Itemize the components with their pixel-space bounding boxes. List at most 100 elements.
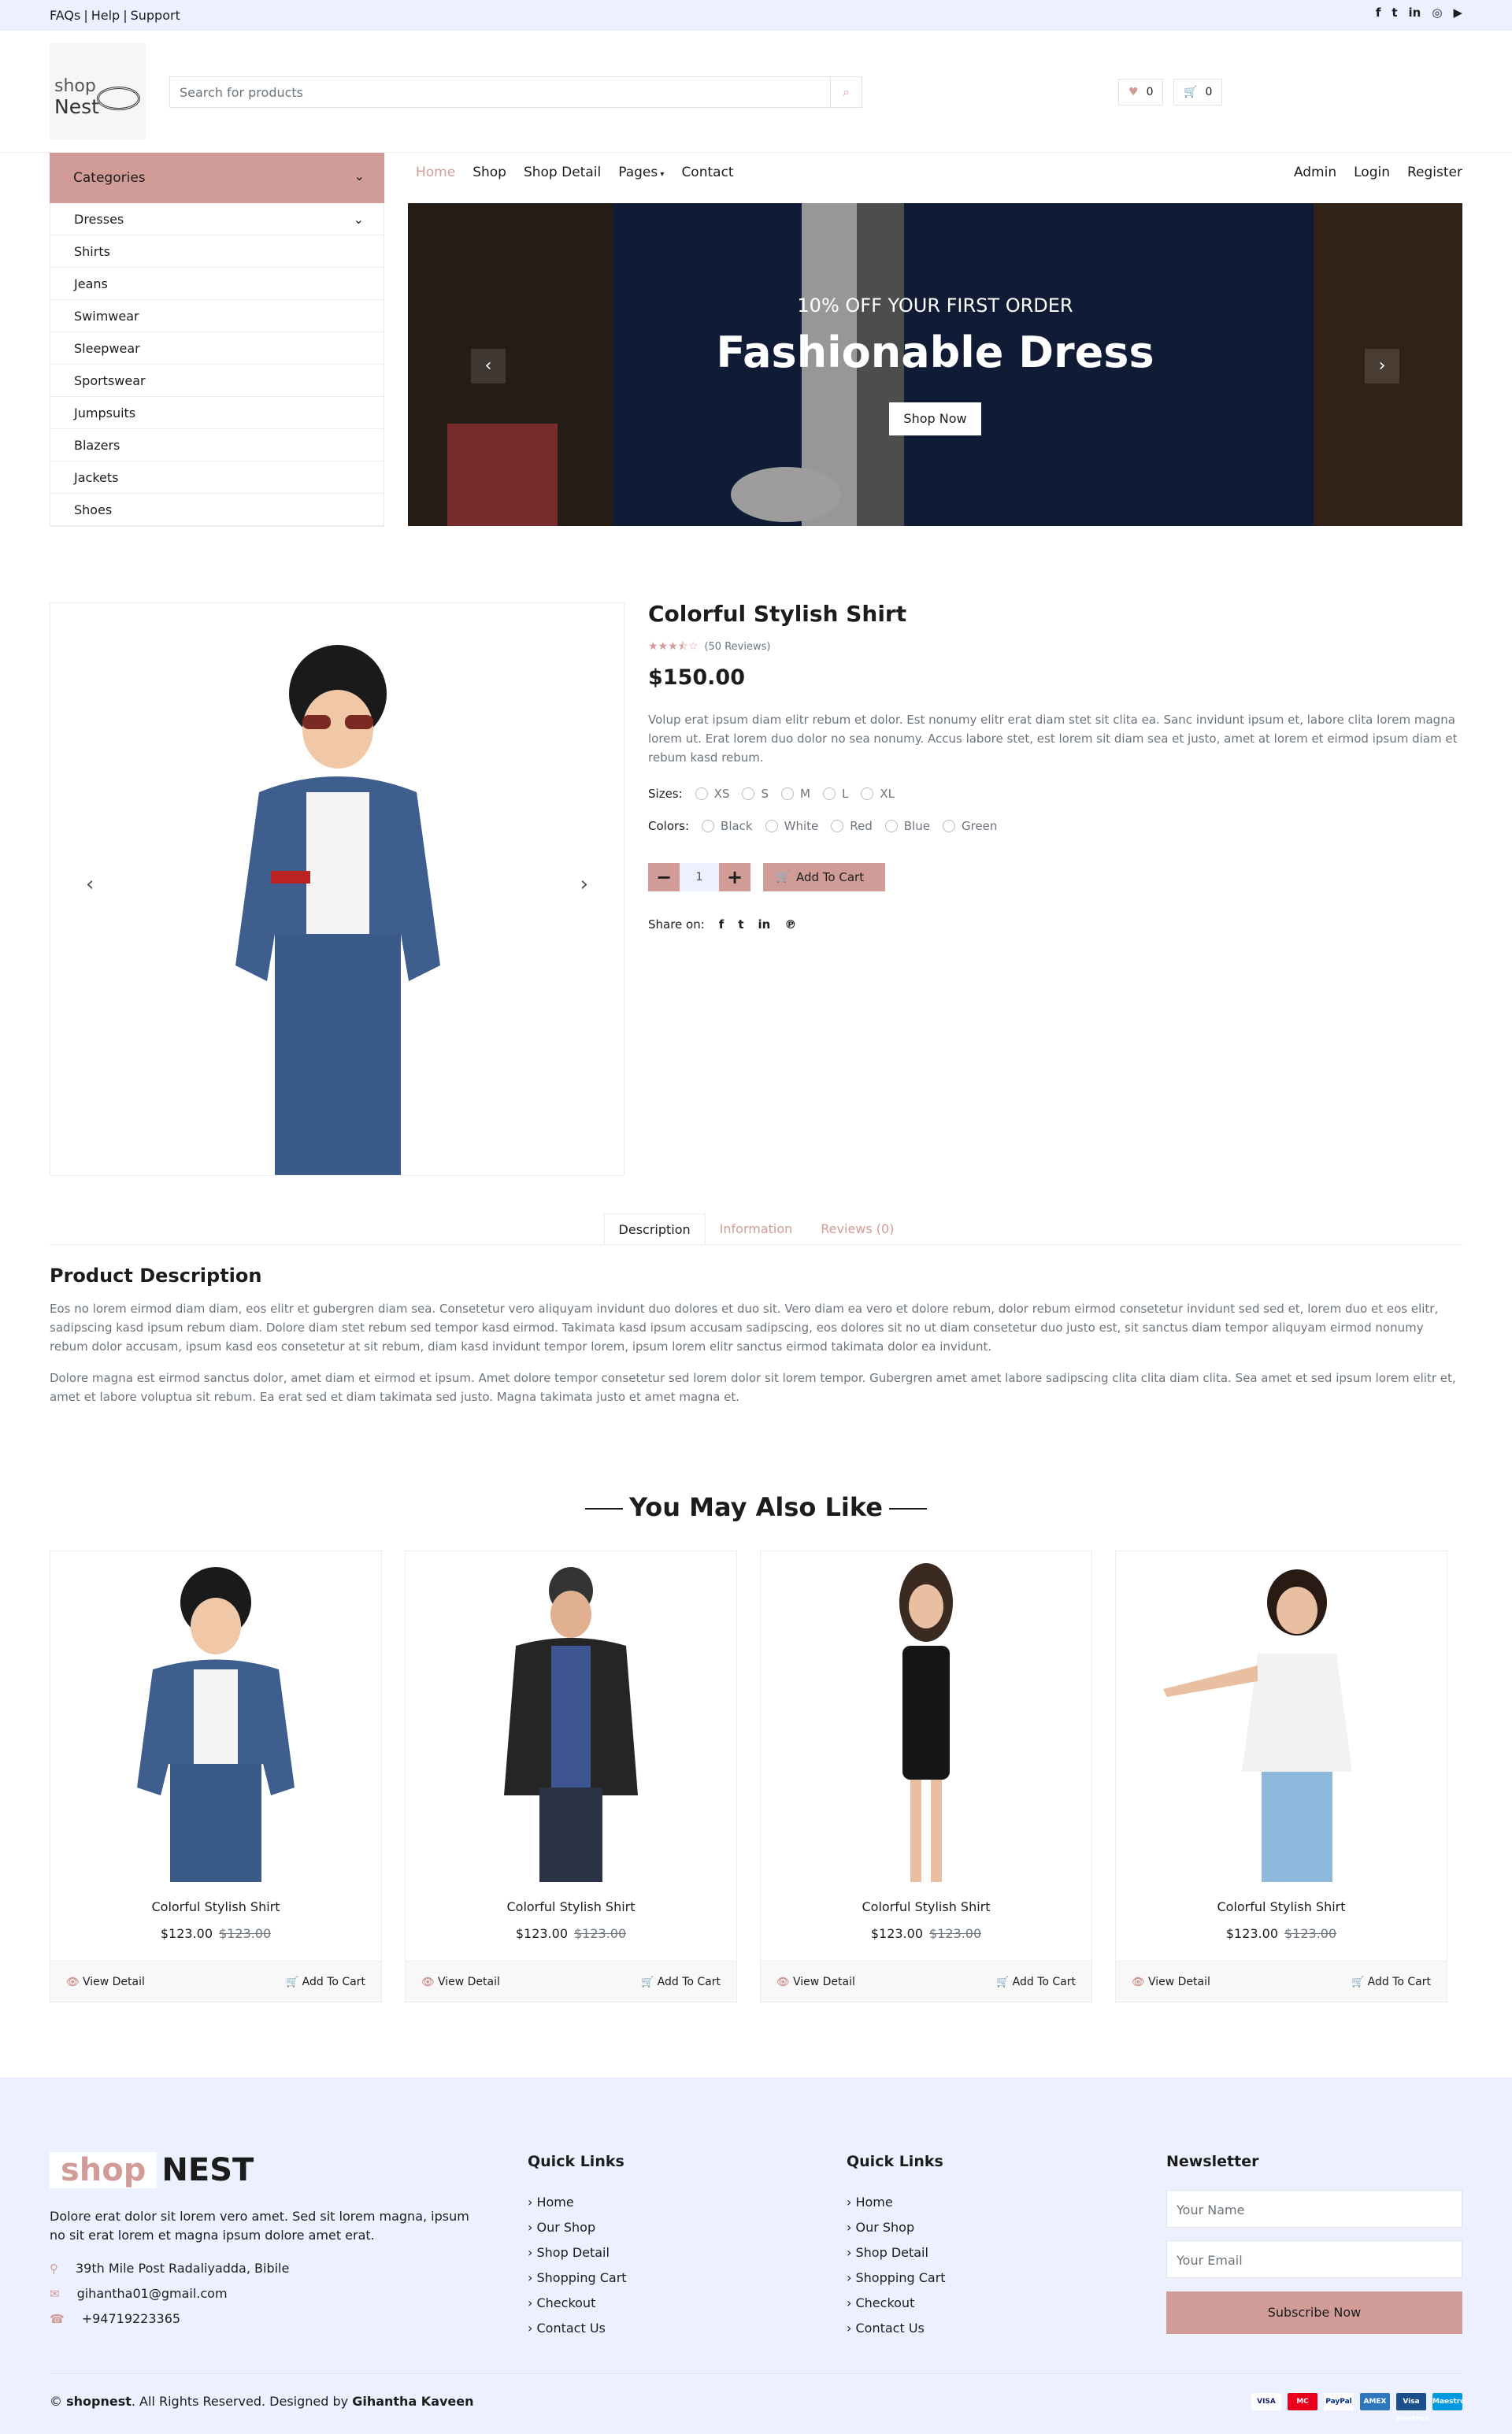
nav-contact[interactable]: Contact: [681, 165, 733, 180]
chevron-right-icon[interactable]: ›: [580, 872, 588, 896]
view-detail-button[interactable]: 👁 View Detail: [66, 1976, 145, 1988]
linkedin-icon[interactable]: in: [1409, 7, 1421, 19]
support-link[interactable]: Support: [131, 8, 180, 23]
color-option[interactable]: Blue: [884, 819, 930, 833]
color-option[interactable]: Green: [942, 819, 997, 833]
search-input[interactable]: Search for products: [180, 85, 303, 100]
youtube-icon[interactable]: ▶: [1453, 7, 1462, 19]
author-link[interactable]: Gihantha Kaveen: [352, 2394, 473, 2409]
logo[interactable]: shop Nest: [50, 43, 146, 139]
color-option[interactable]: Black: [702, 819, 753, 833]
category-item[interactable]: Dresses ⌄: [50, 203, 384, 235]
top-links: FAQs | Help | Support: [50, 8, 180, 23]
color-option[interactable]: Red: [831, 819, 873, 833]
category-item[interactable]: Shoes: [50, 494, 384, 526]
footer-link-contact[interactable]: › Contact Us: [528, 2316, 627, 2341]
add-to-cart-button[interactable]: 🛒 Add To Cart: [1351, 1976, 1431, 1988]
product-card-image[interactable]: [50, 1551, 381, 1882]
tab-information[interactable]: Information: [706, 1213, 807, 1245]
twitter-icon[interactable]: t: [738, 918, 743, 931]
product-card[interactable]: Colorful Stylish Shirt $123.00 $123.00 👁 …: [50, 1550, 382, 2002]
footer-link-shop-detail[interactable]: › Shop Detail: [847, 2240, 946, 2265]
color-option[interactable]: White: [765, 819, 818, 833]
search-bar[interactable]: Search for products ⌕: [169, 76, 862, 108]
categories-label: Categories: [73, 170, 146, 186]
subscribe-button[interactable]: Subscribe Now: [1166, 2291, 1462, 2334]
product-card-image[interactable]: [1116, 1551, 1447, 1882]
footer-link-shop[interactable]: › Our Shop: [847, 2215, 946, 2240]
nav-shop[interactable]: Shop: [472, 165, 506, 180]
category-item[interactable]: Blazers: [50, 429, 384, 461]
add-to-cart-button[interactable]: 🛒 Add To Cart: [641, 1976, 721, 1988]
chevron-left-icon[interactable]: ‹: [86, 872, 94, 896]
wishlist-button[interactable]: ♥ 0: [1118, 79, 1164, 106]
brand-link[interactable]: shopnest: [66, 2394, 132, 2409]
quantity-input[interactable]: 1: [680, 863, 719, 891]
add-to-cart-button[interactable]: 🛒 Add To Cart: [763, 863, 885, 891]
product-card-name[interactable]: Colorful Stylish Shirt: [1116, 1899, 1447, 1914]
category-item[interactable]: Sleepwear: [50, 332, 384, 365]
view-detail-button[interactable]: 👁 View Detail: [776, 1976, 855, 1988]
size-option[interactable]: S: [742, 787, 769, 801]
pinterest-icon[interactable]: ℗: [784, 918, 796, 931]
product-card[interactable]: Colorful Stylish Shirt $123.00 $123.00 👁 …: [760, 1550, 1092, 2002]
view-detail-button[interactable]: 👁 View Detail: [421, 1976, 500, 1988]
category-item[interactable]: Jumpsuits: [50, 397, 384, 429]
newsletter-name-input[interactable]: Your Name: [1166, 2190, 1462, 2228]
plus-icon[interactable]: +: [719, 863, 750, 891]
review-count[interactable]: (50 Reviews): [704, 641, 770, 653]
nav-admin[interactable]: Admin: [1294, 165, 1336, 180]
add-to-cart-button[interactable]: 🛒 Add To Cart: [286, 1976, 365, 1988]
category-item[interactable]: Sportswear: [50, 365, 384, 397]
chevron-left-icon[interactable]: ‹: [471, 349, 506, 383]
footer-link-contact[interactable]: › Contact Us: [847, 2316, 946, 2341]
category-item[interactable]: Swimwear: [50, 300, 384, 332]
chevron-right-icon[interactable]: ›: [1365, 349, 1399, 383]
product-card-name[interactable]: Colorful Stylish Shirt: [761, 1899, 1091, 1914]
footer-link-checkout[interactable]: › Checkout: [847, 2291, 946, 2316]
instagram-icon[interactable]: ◎: [1432, 7, 1442, 19]
product-card-image[interactable]: [406, 1551, 736, 1882]
category-item[interactable]: Jeans: [50, 268, 384, 300]
footer-link-home[interactable]: › Home: [528, 2190, 627, 2215]
nav-pages[interactable]: Pages ▾: [618, 165, 664, 180]
footer-link-shop-detail[interactable]: › Shop Detail: [528, 2240, 627, 2265]
shop-now-button[interactable]: Shop Now: [889, 402, 981, 435]
facebook-icon[interactable]: f: [719, 918, 724, 931]
product-card-name[interactable]: Colorful Stylish Shirt: [406, 1899, 736, 1914]
view-detail-button[interactable]: 👁 View Detail: [1132, 1976, 1210, 1988]
size-option[interactable]: M: [781, 787, 810, 801]
help-link[interactable]: Help: [91, 8, 120, 23]
categories-toggle[interactable]: Categories ⌄: [50, 153, 384, 203]
footer-logo[interactable]: shop NEST: [50, 2152, 254, 2188]
product-card[interactable]: Colorful Stylish Shirt $123.00 $123.00 👁 …: [1115, 1550, 1447, 2002]
product-card[interactable]: Colorful Stylish Shirt $123.00 $123.00 👁 …: [405, 1550, 737, 2002]
size-option[interactable]: L: [822, 787, 848, 801]
faqs-link[interactable]: FAQs: [50, 8, 80, 23]
add-to-cart-button[interactable]: 🛒 Add To Cart: [996, 1976, 1076, 1988]
minus-icon[interactable]: −: [648, 863, 680, 891]
facebook-icon[interactable]: f: [1376, 7, 1381, 19]
newsletter-email-input[interactable]: Your Email: [1166, 2240, 1462, 2278]
product-card-name[interactable]: Colorful Stylish Shirt: [50, 1899, 381, 1914]
size-option[interactable]: XL: [861, 787, 895, 801]
linkedin-icon[interactable]: in: [758, 918, 771, 931]
footer-link-shop[interactable]: › Our Shop: [528, 2215, 627, 2240]
cart-button[interactable]: 🛒 0: [1173, 79, 1223, 106]
nav-home[interactable]: Home: [416, 165, 455, 180]
search-icon[interactable]: ⌕: [830, 77, 862, 107]
footer-link-cart[interactable]: › Shopping Cart: [528, 2265, 627, 2291]
footer-link-cart[interactable]: › Shopping Cart: [847, 2265, 946, 2291]
nav-shop-detail[interactable]: Shop Detail: [524, 165, 601, 180]
tab-reviews[interactable]: Reviews (0): [806, 1213, 908, 1245]
product-card-image[interactable]: [761, 1551, 1091, 1882]
tab-description[interactable]: Description: [603, 1213, 706, 1245]
category-item[interactable]: Jackets: [50, 461, 384, 494]
footer-link-checkout[interactable]: › Checkout: [528, 2291, 627, 2316]
category-item[interactable]: Shirts: [50, 235, 384, 268]
footer-link-home[interactable]: › Home: [847, 2190, 946, 2215]
nav-register[interactable]: Register: [1407, 165, 1462, 180]
size-option[interactable]: XS: [695, 787, 729, 801]
twitter-icon[interactable]: t: [1392, 7, 1397, 19]
nav-login[interactable]: Login: [1354, 165, 1390, 180]
